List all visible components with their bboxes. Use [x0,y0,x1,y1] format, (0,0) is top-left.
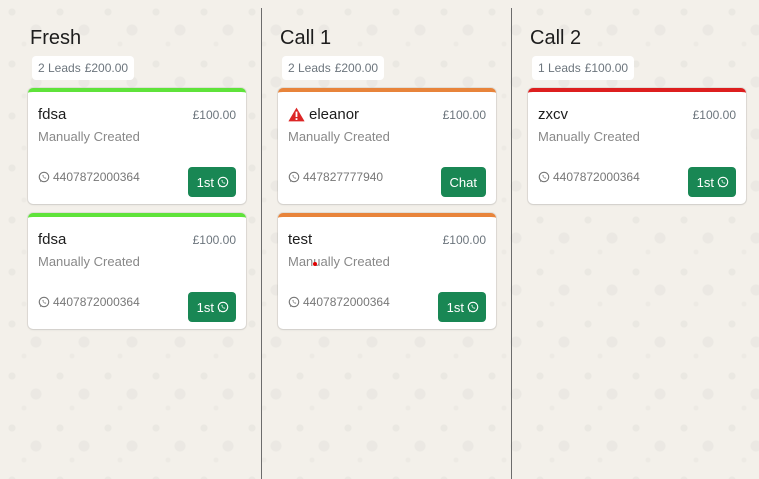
column-total: £100.00 [584,61,629,75]
whatsapp-icon [538,171,550,183]
lead-source: Manually Created [288,129,390,144]
phone-number: 4407872000364 [303,295,390,309]
phone-number: 447827777940 [303,170,384,184]
column-fresh: Fresh 2 Leads £200.00 fdsa £100.00 Manual… [12,0,262,479]
whatsapp-1st-button[interactable]: 1st [437,292,486,322]
lead-name: zxcv [538,106,568,123]
whatsapp-1st-button[interactable]: 1st [187,167,236,197]
lead-source: Manually Created [538,129,640,144]
lead-source: Manually Created [38,129,140,144]
lead-count: 2 Leads [288,61,331,75]
warning-triangle-icon [288,107,305,122]
lead-count: 2 Leads [38,61,81,75]
lead-value: £100.00 [692,108,736,122]
whatsapp-icon [288,171,300,183]
whatsapp-icon [38,171,50,183]
column-summary: 2 Leads £200.00 [282,56,385,80]
lead-phone: 4407872000364 [538,170,640,184]
lead-count: 1 Leads [538,61,581,75]
lead-card[interactable]: zxcv £100.00 Manually Created 4407872000… [528,88,746,204]
lead-card[interactable]: fdsa £100.00 Manually Created 4407872000… [28,88,246,204]
lead-value: £100.00 [442,108,486,122]
whatsapp-icon [288,296,300,308]
whatsapp-1st-button[interactable]: 1st [687,167,736,197]
lead-phone: 4407872000364 [38,170,140,184]
column-title: Call 1 [280,27,332,49]
phone-number: 4407872000364 [553,170,640,184]
column-title: Call 2 [530,27,582,49]
column-total: £200.00 [84,61,129,75]
lead-name: fdsa [38,106,67,123]
lead-card[interactable]: fdsa £100.00 Manually Created 4407872000… [28,213,246,329]
lead-card[interactable]: eleanor £100.00 Manually Created 4478277… [278,88,496,204]
lead-value: £100.00 [192,108,236,122]
whatsapp-icon [38,296,50,308]
column-call-1: Call 1 2 Leads £200.00 eleanor £100.00 Ma… [262,0,512,479]
column-call-2: Call 2 1 Leads £100.00 zxcv £100.00 Manua… [512,0,759,479]
action-label: 1st [196,299,214,315]
lead-source: Manually Created [288,254,390,269]
column-summary: 1 Leads £100.00 [532,56,635,80]
lead-value: £100.00 [192,233,236,247]
column-title: Fresh [30,27,82,49]
phone-number: 4407872000364 [53,170,140,184]
lead-value: £100.00 [442,233,486,247]
lead-name: eleanor [309,106,360,123]
whatsapp-icon [467,301,479,313]
lead-name: test [288,231,313,248]
lead-name: fdsa [38,231,67,248]
action-label: 1st [446,299,464,315]
chat-button[interactable]: Chat [440,167,486,197]
action-label: 1st [696,174,714,190]
lead-source: Manually Created [38,254,140,269]
kanban-board: Fresh 2 Leads £200.00 fdsa £100.00 Manual… [0,0,759,479]
action-label: Chat [449,174,477,190]
whatsapp-icon [717,176,729,188]
red-marker-dot [313,262,317,266]
column-summary: 2 Leads £200.00 [32,56,135,80]
whatsapp-1st-button[interactable]: 1st [187,292,236,322]
lead-phone: 447827777940 [288,170,383,184]
action-label: 1st [196,174,214,190]
lead-card[interactable]: test £100.00 Manually Created 4407872000… [278,213,496,329]
whatsapp-icon [217,301,229,313]
column-total: £200.00 [334,61,379,75]
lead-phone: 4407872000364 [288,295,390,309]
lead-name-row: eleanor [288,106,359,123]
whatsapp-icon [217,176,229,188]
lead-phone: 4407872000364 [38,295,140,309]
phone-number: 4407872000364 [53,295,140,309]
